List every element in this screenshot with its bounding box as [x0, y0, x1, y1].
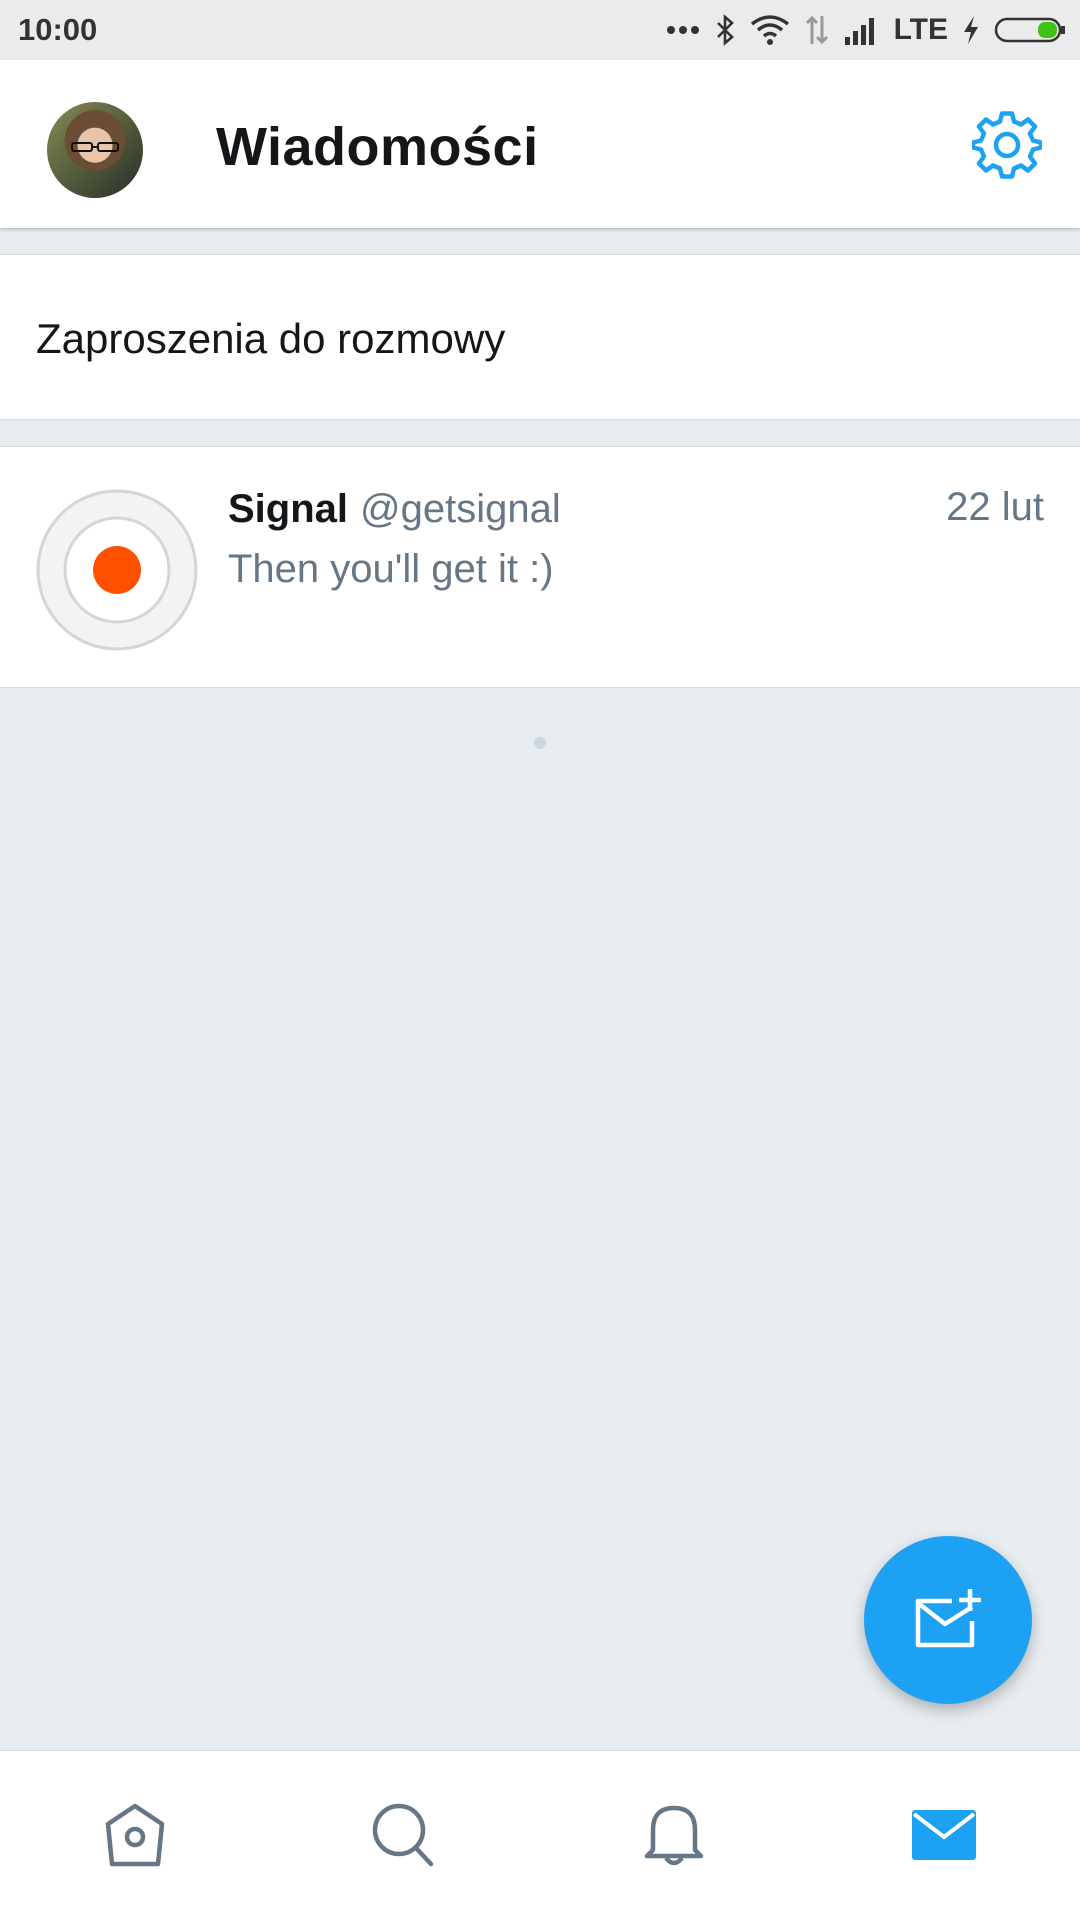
- conversation-date: 22 lut: [946, 485, 1044, 529]
- settings-button[interactable]: [970, 110, 1044, 180]
- message-requests-row[interactable]: Zaproszenia do rozmowy: [0, 254, 1080, 420]
- network-type: LTE: [893, 13, 948, 46]
- charging-icon: [964, 16, 978, 44]
- nav-search[interactable]: [362, 1793, 446, 1877]
- nav-messages[interactable]: [902, 1793, 986, 1877]
- conversation-item[interactable]: Signal @getsignal 22 lut Then you'll get…: [0, 446, 1080, 688]
- conversation-name: Signal: [228, 487, 349, 531]
- more-dots-icon: [666, 26, 699, 34]
- wifi-icon: [750, 15, 789, 45]
- nav-home[interactable]: [93, 1793, 177, 1877]
- signal-avatar: [36, 489, 198, 651]
- message-requests-label: Zaproszenia do rozmowy: [36, 315, 506, 362]
- new-message-icon: [915, 1589, 981, 1648]
- glasses-detail: [71, 142, 119, 152]
- profile-avatar[interactable]: [47, 102, 143, 198]
- signal-icon: [844, 18, 874, 45]
- home-icon: [105, 1803, 165, 1867]
- status-bar: 10:00 LTE: [0, 0, 1080, 60]
- page-title: Wiadomości: [216, 117, 539, 177]
- bluetooth-icon: [716, 14, 734, 46]
- bell-icon: [644, 1805, 704, 1866]
- app-header: Wiadomości: [0, 60, 1080, 228]
- conversation-handle: @getsignal: [360, 487, 561, 531]
- bottom-navigation: [0, 1750, 1080, 1920]
- search-icon: [372, 1803, 434, 1867]
- loading-indicator: [534, 737, 546, 749]
- new-message-button[interactable]: [864, 1536, 1032, 1704]
- nav-notifications[interactable]: [632, 1793, 716, 1877]
- data-arrows-icon: [805, 15, 828, 45]
- battery-icon: [994, 17, 1065, 43]
- conversation-preview: Then you'll get it :): [228, 547, 554, 591]
- gear-icon: [970, 111, 1044, 179]
- status-icons: LTE: [666, 13, 1066, 47]
- status-time: 10:00: [18, 12, 98, 47]
- mail-icon: [912, 1810, 976, 1860]
